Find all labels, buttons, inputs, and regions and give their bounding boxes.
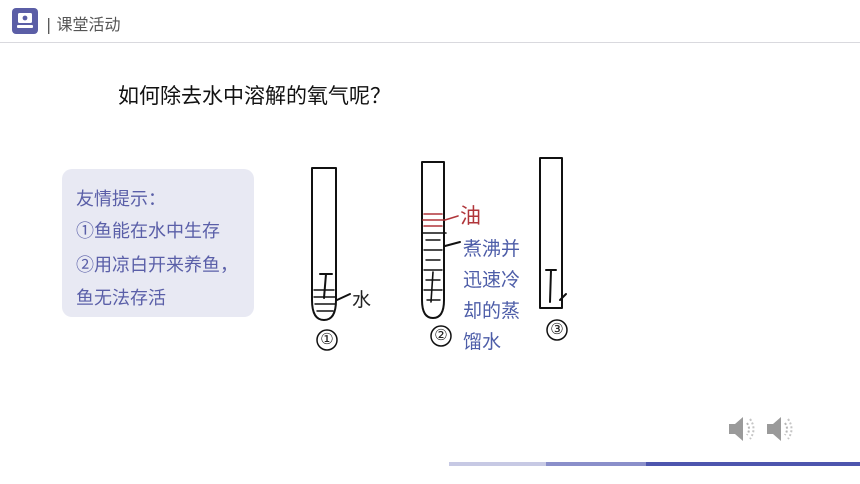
speaker-icon[interactable] [764,412,796,450]
hint-box: 友情提示： ①鱼能在水中生存 ②用凉白开来养鱼， 鱼无法存活 [62,169,254,317]
progress-segment [546,462,646,466]
tube-3-number: ③ [550,320,564,338]
hint-item: ②用凉白开来养鱼， [76,255,238,276]
distilled-water-label: 迅速冷 [463,269,521,291]
oil-label: 油 [460,204,481,228]
speaker-icon[interactable] [726,412,758,450]
distilled-water-label: 馏水 [463,331,502,353]
progress-segment [646,462,860,466]
hint-item: 鱼无法存活 [76,288,166,309]
water-label: 水 [352,289,372,311]
header: | 课堂活动 [0,0,860,43]
tube-1-number: ① [320,330,334,348]
header-title: | 课堂活动 [46,15,121,34]
hint-item: ①鱼能在水中生存 [76,221,220,242]
classroom-logo-icon [12,8,38,34]
question-text: 如何除去水中溶解的氧气呢？ [118,84,391,108]
slide-progress-bar [449,462,860,466]
distilled-water-label: 却的蒸 [463,300,521,322]
progress-segment [449,462,546,466]
hint-title: 友情提示： [76,189,166,210]
tube-2-number: ② [434,326,448,344]
distilled-water-label: 煮沸并 [463,238,521,260]
